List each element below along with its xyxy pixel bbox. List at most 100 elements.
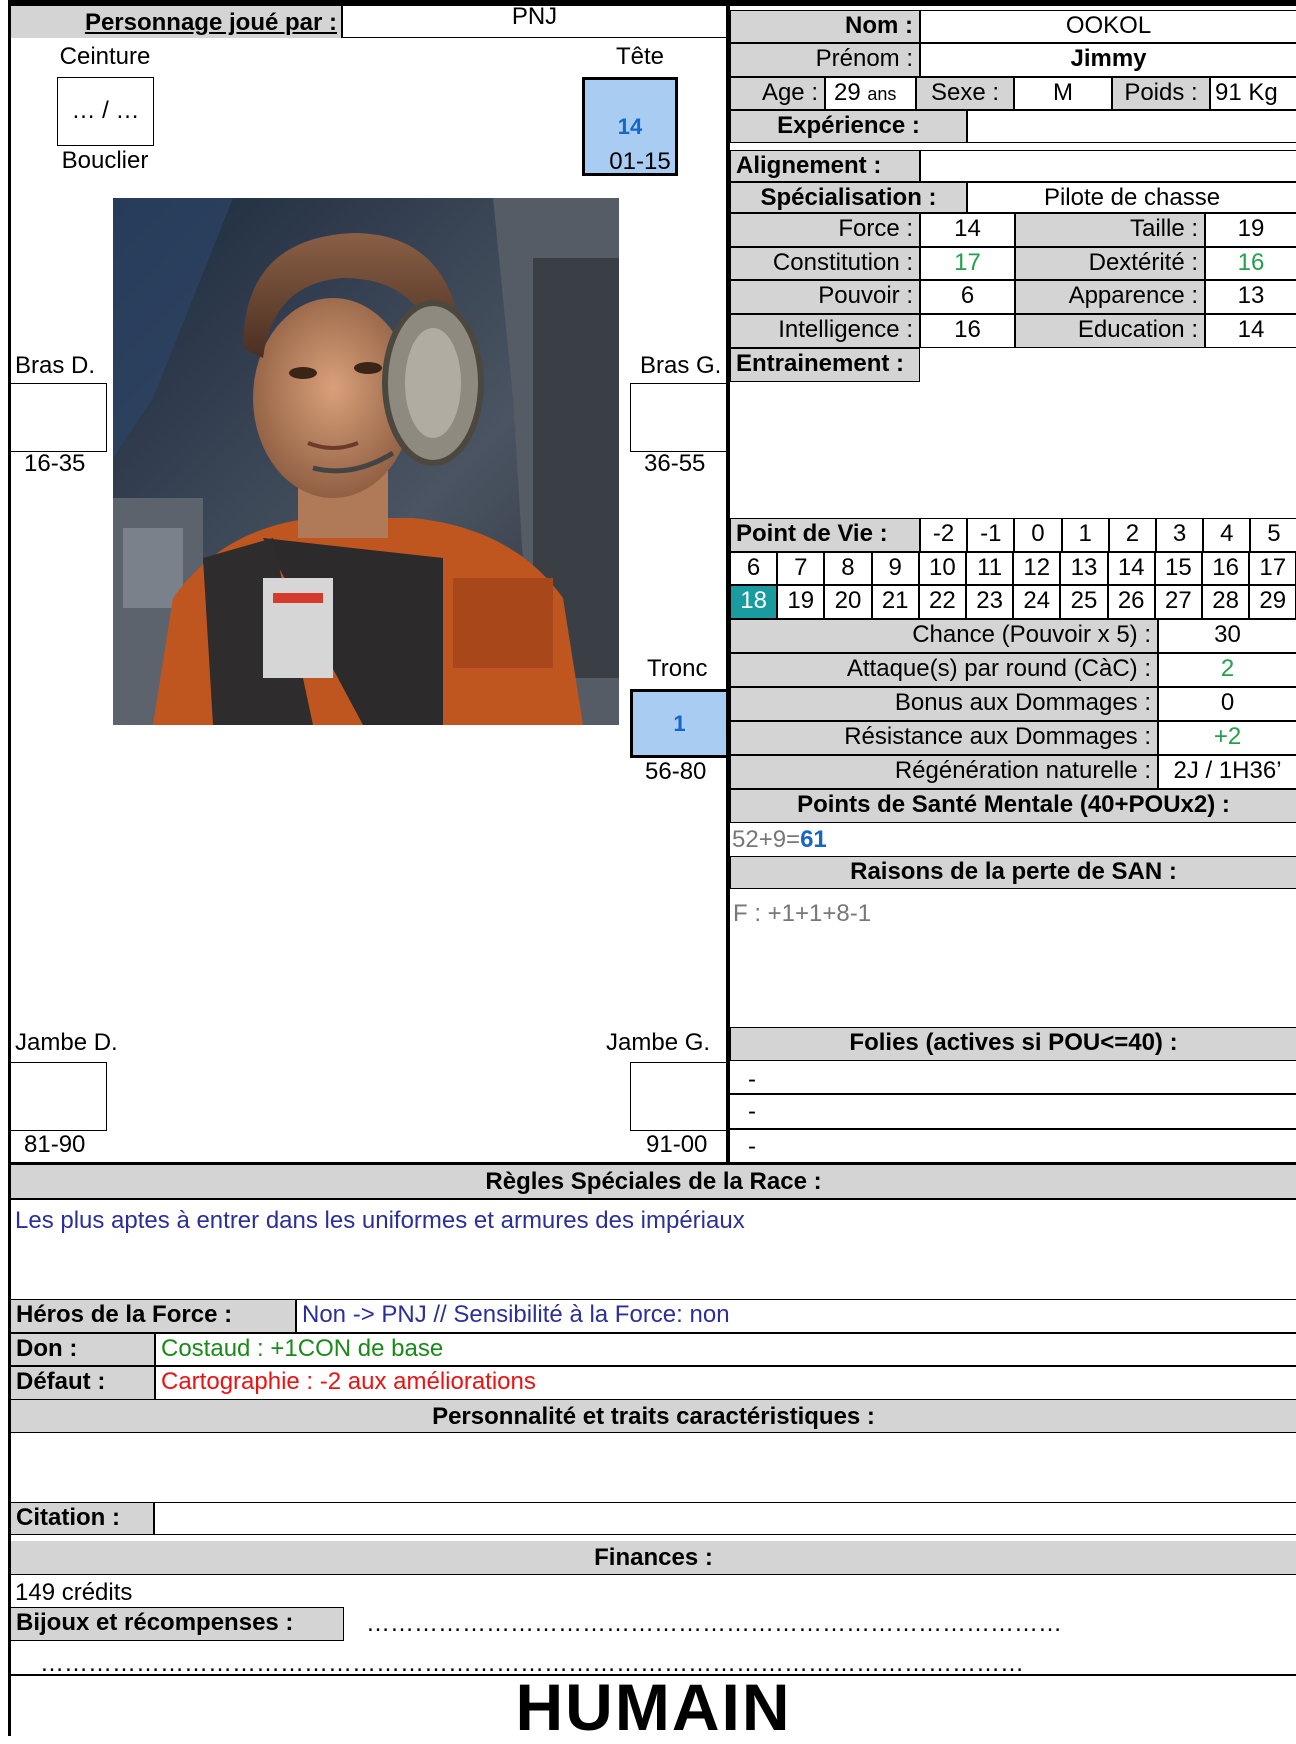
sanity-title: Points de Santé Mentale (40+POUx2) : [730,789,1296,823]
hp-cell[interactable]: 0 [1014,518,1062,552]
madness-item: - [748,1098,756,1125]
hp-cell[interactable]: 27 [1154,585,1202,619]
head-label: Tête [615,43,665,70]
personality-title: Personnalité et traits caractéristiques … [11,1400,1296,1433]
hp-cell[interactable]: 22 [918,585,966,619]
hp-cell[interactable]: 25 [1060,585,1108,619]
stat-value: 14 [920,213,1015,247]
sanity-formula: 52+9= [732,826,801,853]
hp-cell[interactable]: 10 [918,552,966,585]
left-leg-box[interactable] [630,1062,726,1131]
stat-label: Taille : [1015,213,1205,247]
shield-label: Bouclier [61,147,149,174]
head-value: 14 [617,113,643,139]
hp-cell[interactable]: 18 [730,585,778,619]
hp-cell[interactable]: -2 [920,518,968,552]
left-leg-range: 91-00 [646,1131,708,1158]
jewels-label: Bijoux et récompenses : [11,1607,344,1641]
experience-value[interactable] [967,110,1296,143]
stat-value: 16 [920,314,1015,348]
quote-value[interactable] [154,1502,1296,1535]
hp-cell[interactable]: 28 [1202,585,1250,619]
torso-value: 1 [673,710,686,736]
hp-cell[interactable]: 26 [1107,585,1155,619]
force-hero-value: Non -> PNJ // Sensibilité à la Force: no… [296,1299,1296,1333]
hp-cell[interactable]: 29 [1249,585,1296,619]
stat-value: 16 [1205,247,1296,280]
training-area[interactable] [730,382,1296,518]
hp-cell[interactable]: 17 [1249,552,1296,585]
hp-cell[interactable]: 23 [966,585,1014,619]
hp-cell[interactable]: 6 [730,552,778,585]
hp-cell[interactable]: 7 [777,552,825,585]
weight-value: 91 [1215,79,1242,106]
player-label: Personnage joué par : [11,6,341,38]
belt-box[interactable]: … / … [57,77,154,146]
hp-cell[interactable]: 19 [777,585,825,619]
stat-value: 6 [920,280,1015,314]
derived-label: Chance (Pouvoir x 5) : [730,619,1158,653]
weight-box: 91 Kg [1210,77,1296,110]
belt-label: Ceinture [59,43,151,70]
derived-value: 0 [1158,687,1296,721]
hp-cell[interactable]: -1 [967,518,1015,552]
alignment-value[interactable] [920,150,1296,182]
stat-value: 17 [920,247,1015,280]
hp-cell[interactable]: 15 [1154,552,1202,585]
player-value: PNJ [511,3,558,30]
stat-value: 14 [1205,314,1296,348]
head-range: 01-15 [609,148,671,175]
hp-cell[interactable]: 4 [1203,518,1251,552]
hp-cell[interactable]: 14 [1107,552,1155,585]
hp-cell[interactable]: 20 [824,585,872,619]
stat-label: Intelligence : [730,314,920,348]
hp-cell[interactable]: 13 [1060,552,1108,585]
weight-label: Poids : [1112,77,1210,110]
stat-label: Education : [1015,314,1205,348]
madness-item: - [748,1133,756,1160]
right-leg-range: 81-90 [24,1131,86,1158]
derived-value: 2J / 1H36’ [1158,755,1296,789]
hp-cell[interactable]: 9 [871,552,919,585]
hp-cell[interactable]: 11 [966,552,1014,585]
madness-title: Folies (actives si POU<=40) : [730,1027,1296,1061]
firstname-label: Prénom : [730,43,920,77]
hp-label: Point de Vie : [730,518,920,552]
force-hero-label: Héros de la Force : [11,1299,296,1333]
race-rules-text: Les plus aptes à entrer dans les uniform… [15,1207,745,1234]
personality-area[interactable] [11,1434,1296,1502]
age-value: 29 [834,79,861,106]
torso-range: 56-80 [645,758,707,785]
hp-cell[interactable]: 5 [1250,518,1296,552]
left-arm-box[interactable] [630,383,726,452]
hp-cell[interactable]: 21 [871,585,919,619]
age-label: Age : [730,77,825,110]
left-arm-range: 36-55 [644,450,706,477]
sex-label: Sexe : [916,77,1014,110]
specialisation-label: Spécialisation : [730,182,967,213]
weight-unit: Kg [1248,79,1278,106]
firstname-value: Jimmy [920,43,1296,77]
torso-hit-box[interactable]: 1 [630,689,726,758]
san-loss-value: F : +1+1+8-1 [733,900,872,927]
right-leg-box[interactable] [11,1062,107,1131]
hp-cell[interactable]: 12 [1013,552,1061,585]
hp-cell[interactable]: 8 [824,552,872,585]
hp-cell[interactable]: 1 [1061,518,1109,552]
flaw-value: Cartographie : -2 aux améliorations [155,1366,1296,1400]
san-loss-title: Raisons de la perte de SAN : [730,856,1296,889]
hp-cell[interactable]: 3 [1156,518,1204,552]
right-arm-label: Bras D. [15,352,96,379]
race-rules-divider [11,1198,1296,1200]
hp-cell[interactable]: 16 [1202,552,1250,585]
training-label: Entrainement : [730,348,920,382]
hp-cell[interactable]: 2 [1108,518,1156,552]
quote-label: Citation : [11,1502,154,1535]
sex-value: M [1014,77,1112,110]
derived-label: Résistance aux Dommages : [730,721,1158,755]
madness-item: - [748,1066,756,1093]
jewels-dots: …………………………………………………………………………… [366,1610,1062,1637]
right-arm-box[interactable] [11,383,107,452]
hp-cell[interactable]: 24 [1013,585,1061,619]
stat-label: Apparence : [1015,280,1205,314]
